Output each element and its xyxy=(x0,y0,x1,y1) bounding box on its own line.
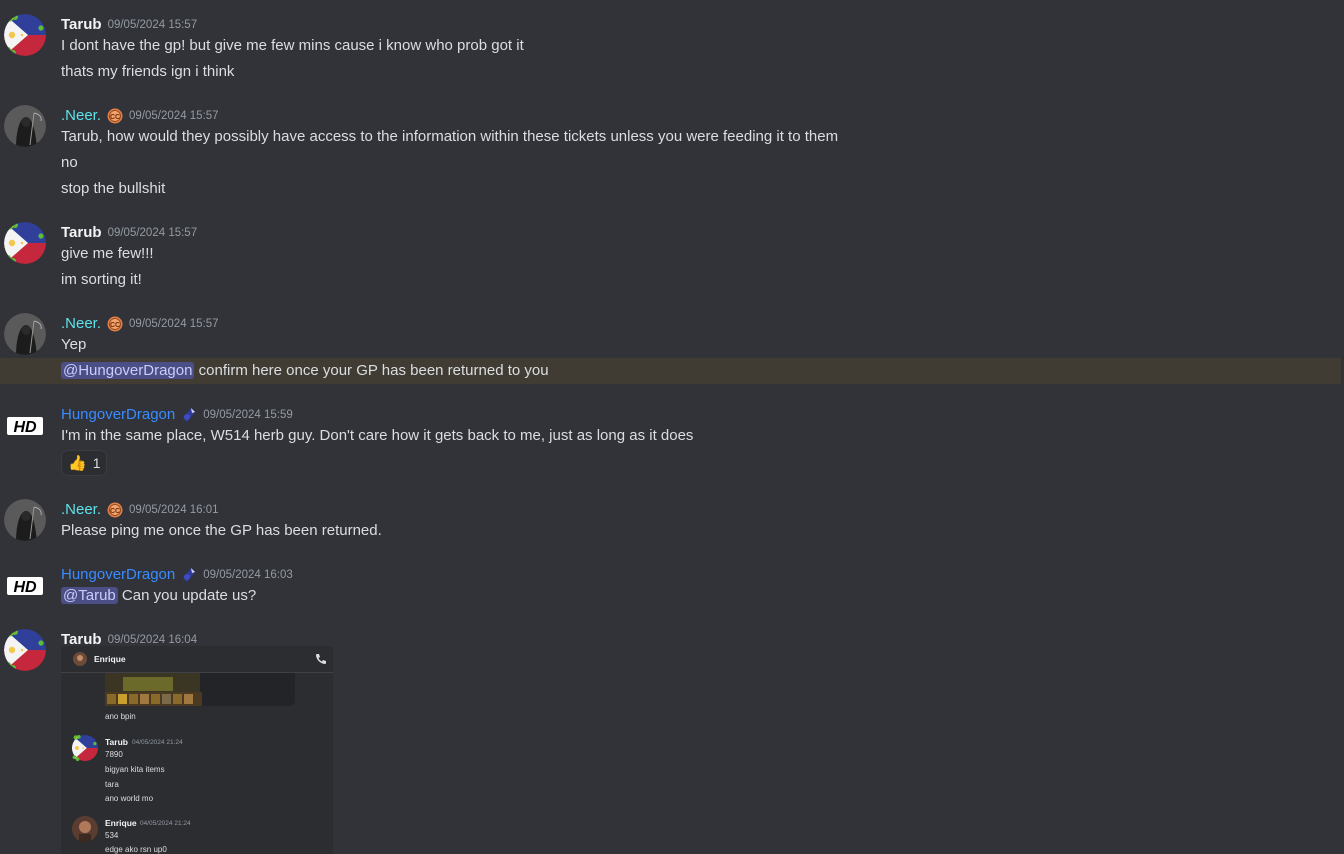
username[interactable]: .Neer. xyxy=(61,106,101,126)
user-avatar[interactable] xyxy=(4,499,46,541)
message-text: I'm in the same place, W514 herb guy. Do… xyxy=(61,427,694,444)
message-text: Please ping me once the GP has been retu… xyxy=(61,522,382,539)
cc-badge-icon xyxy=(107,502,123,518)
dm-timestamp: 04/05/2024 21:24 xyxy=(132,739,183,746)
timestamp: 09/05/2024 16:01 xyxy=(129,504,219,516)
enrique-avatar-icon xyxy=(72,816,98,842)
user-mention[interactable]: @HungoverDragon xyxy=(61,362,195,379)
dm-message-text: 7890 xyxy=(105,750,123,759)
user-avatar[interactable] xyxy=(4,105,46,147)
dm-message-text: edge ako rsn up0 xyxy=(105,845,167,854)
message-text: im sorting it! xyxy=(61,271,142,288)
message-text: @Tarub Can you update us? xyxy=(61,585,256,607)
user-avatar[interactable] xyxy=(4,313,46,355)
timestamp: 09/05/2024 15:57 xyxy=(129,318,219,330)
username[interactable]: .Neer. xyxy=(61,314,101,334)
timestamp: 09/05/2024 15:59 xyxy=(203,409,293,421)
attachment-header: Enrique xyxy=(61,646,333,673)
dm-message-text: ano world mo xyxy=(105,794,154,803)
dragon-badge-icon xyxy=(181,407,197,423)
timestamp: 09/05/2024 15:57 xyxy=(107,19,198,31)
message-text: Tarub, how would they possibly have acce… xyxy=(61,128,839,145)
dm-contact-name: Enrique xyxy=(94,654,126,664)
timestamp: 09/05/2024 15:57 xyxy=(107,227,198,239)
dm-message-text: ano bpin xyxy=(105,712,136,721)
username[interactable]: HungoverDragon xyxy=(61,405,175,425)
cc-badge-icon xyxy=(107,316,123,332)
dragon-badge-icon xyxy=(181,567,197,583)
reaction-thumbs-up[interactable]: 👍 1 xyxy=(61,450,108,476)
username[interactable]: HungoverDragon xyxy=(61,565,175,585)
username[interactable]: Tarub xyxy=(61,15,102,35)
message-text: give me few!!! xyxy=(61,245,154,262)
message-text: Yep xyxy=(61,336,87,353)
user-avatar[interactable] xyxy=(4,14,46,56)
timestamp: 09/05/2024 15:57 xyxy=(129,110,219,122)
dm-timestamp: 04/05/2024 21:24 xyxy=(140,820,191,827)
mention-followup-text: Can you update us? xyxy=(117,587,257,604)
dm-message-text: 534 xyxy=(105,831,119,840)
user-avatar[interactable] xyxy=(5,405,45,447)
username[interactable]: Tarub xyxy=(61,223,102,243)
dm-author: Tarub xyxy=(105,737,128,747)
message-text: @HungoverDragon confirm here once your G… xyxy=(61,360,549,382)
user-avatar[interactable] xyxy=(5,565,45,607)
message-text: no xyxy=(61,154,78,171)
dm-message-text: bigyan kita items xyxy=(105,765,165,774)
mention-followup-text: confirm here once your GP has been retur… xyxy=(194,362,549,379)
game-screenshot-thumbnail xyxy=(105,673,295,706)
thumbs-up-icon: 👍 xyxy=(68,455,87,472)
user-avatar[interactable] xyxy=(4,629,46,671)
user-avatar[interactable] xyxy=(4,222,46,264)
user-mention[interactable]: @Tarub xyxy=(61,587,118,604)
message-text: stop the bullshit xyxy=(61,180,166,197)
timestamp: 09/05/2024 16:03 xyxy=(203,569,293,581)
dm-author: Enrique xyxy=(105,818,137,828)
message-text: thats my friends ign i think xyxy=(61,63,235,80)
phone-call-icon xyxy=(316,654,326,664)
dm-message-text: tara xyxy=(105,780,119,789)
message-text: I dont have the gp! but give me few mins… xyxy=(61,37,524,54)
reaction-count: 1 xyxy=(92,455,101,471)
username[interactable]: .Neer. xyxy=(61,500,101,520)
cc-badge-icon xyxy=(107,108,123,124)
tarub-avatar-icon xyxy=(72,735,98,761)
enrique-avatar-icon xyxy=(73,652,87,666)
image-attachment[interactable]: Enrique ano bpin Tarub 04/05/2024 21:24 … xyxy=(61,646,333,854)
